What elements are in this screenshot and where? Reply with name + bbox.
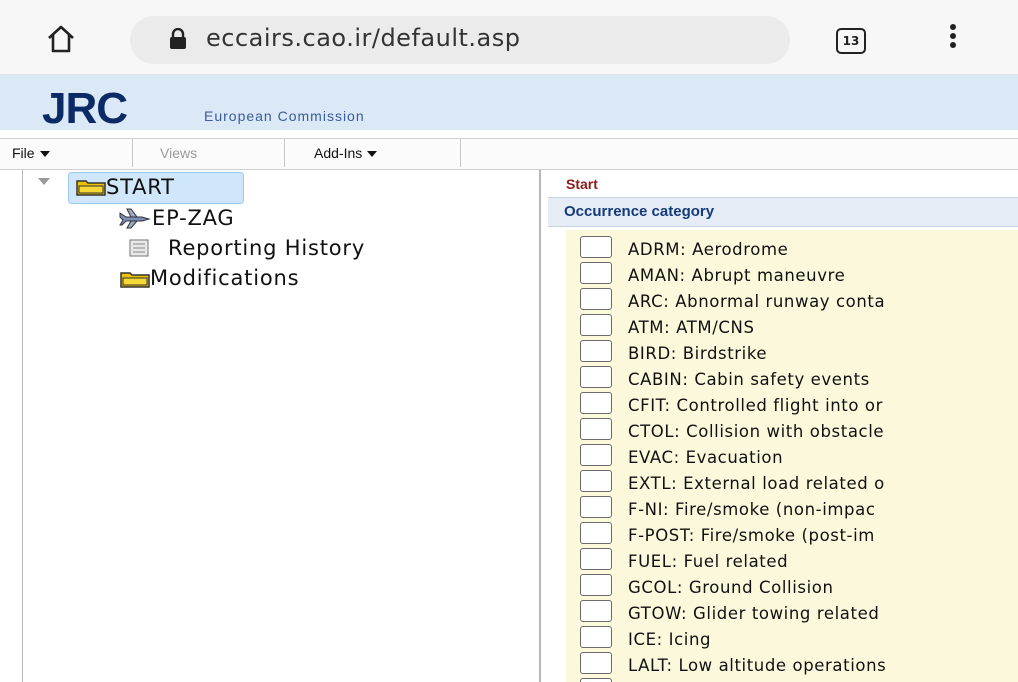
category-checkbox[interactable]: [580, 600, 612, 622]
address-bar[interactable]: eccairs.cao.ir/default.asp: [130, 16, 790, 64]
occurrence-category-list: ADRM: Aerodrome AMAN: Abrupt maneuvre AR…: [566, 230, 1018, 682]
section-label: Start: [566, 176, 598, 192]
category-label: EXTL: External load related o: [628, 474, 885, 493]
category-label: F-POST: Fire/smoke (post-im: [628, 526, 875, 545]
tree-node-ep-zag[interactable]: EP-ZAG: [152, 206, 235, 230]
jrc-logo: JRC: [42, 84, 128, 133]
tree-node-modifications[interactable]: Modifications: [150, 266, 299, 290]
chevron-down-icon: [39, 151, 50, 158]
menu-bar: File Views Add-Ins: [0, 138, 1018, 170]
menu-views-label: Views: [160, 145, 198, 161]
tree-node-reporting-history[interactable]: Reporting History: [168, 236, 365, 260]
category-checkbox[interactable]: [580, 470, 612, 492]
category-label: GTOW: Glider towing related: [628, 604, 880, 623]
category-label: AMAN: Abrupt maneuvre: [628, 266, 846, 285]
browser-toolbar: eccairs.cao.ir/default.asp 13: [0, 0, 1018, 75]
expand-toggle-icon[interactable]: [38, 178, 50, 185]
category-label: F-NI: Fire/smoke (non-impac: [628, 500, 876, 519]
category-label: BIRD: Birdstrike: [628, 344, 768, 363]
menu-file-label: File: [12, 145, 35, 161]
occurrence-category-header: Occurrence category: [548, 197, 1018, 227]
history-icon: [129, 239, 149, 257]
category-label: ARC: Abnormal runway conta: [628, 292, 886, 311]
category-checkbox[interactable]: [580, 574, 612, 596]
category-checkbox[interactable]: [580, 496, 612, 518]
category-checkbox[interactable]: [580, 418, 612, 440]
url-text: eccairs.cao.ir/default.asp: [206, 24, 521, 52]
tab-switcher-button[interactable]: 13: [836, 28, 866, 54]
category-checkbox[interactable]: [580, 444, 612, 466]
menu-add-ins[interactable]: Add-Ins: [288, 139, 461, 167]
category-checkbox[interactable]: [580, 262, 612, 284]
airplane-icon: [119, 208, 151, 229]
category-checkbox[interactable]: [580, 236, 612, 258]
category-checkbox[interactable]: [580, 548, 612, 570]
chevron-down-icon: [367, 151, 378, 158]
occurrence-category-title: Occurrence category: [564, 203, 715, 220]
menu-add-ins-label: Add-Ins: [314, 145, 363, 161]
category-label: EVAC: Evacuation: [628, 448, 784, 467]
category-checkbox[interactable]: [580, 340, 612, 362]
category-label: ATM: ATM/CNS: [628, 318, 755, 337]
category-checkbox[interactable]: [580, 288, 612, 310]
category-label: GCOL: Ground Collision: [628, 578, 834, 597]
category-label: LALT: Low altitude operations: [628, 656, 887, 675]
menu-file[interactable]: File: [0, 139, 133, 167]
category-label: ADRM: Aerodrome: [628, 240, 789, 259]
category-label: CFIT: Controlled flight into or: [628, 396, 883, 415]
folder-icon: [120, 272, 150, 288]
banner-subtitle: European Commission: [204, 108, 365, 124]
category-label: CTOL: Collision with obstacle: [628, 422, 885, 441]
category-checkbox[interactable]: [580, 652, 612, 674]
category-label: CABIN: Cabin safety events: [628, 370, 870, 389]
site-banner: [0, 75, 1018, 130]
folder-icon: [76, 180, 106, 196]
category-checkbox[interactable]: [580, 314, 612, 336]
menu-views: Views: [132, 139, 285, 167]
category-label: ICE: Icing: [628, 630, 712, 649]
home-icon[interactable]: [46, 24, 76, 54]
lock-icon: [170, 28, 186, 49]
category-checkbox[interactable]: [580, 392, 612, 414]
kebab-menu-icon[interactable]: [948, 24, 958, 56]
category-checkbox[interactable]: [580, 678, 612, 682]
category-checkbox[interactable]: [580, 522, 612, 544]
category-checkbox[interactable]: [580, 366, 612, 388]
category-label: FUEL: Fuel related: [628, 552, 789, 571]
category-checkbox[interactable]: [580, 626, 612, 648]
tree-node-start-label: START: [106, 175, 175, 199]
